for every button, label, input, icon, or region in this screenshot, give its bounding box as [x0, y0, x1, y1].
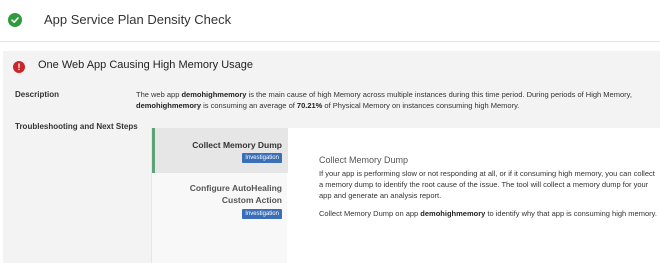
- insight-panel: ! One Web App Causing High Memory Usage …: [3, 51, 660, 263]
- insight-title: One Web App Causing High Memory Usage: [38, 59, 254, 71]
- detail-title: Collect Memory Dump: [319, 155, 409, 165]
- step-label: Configure AutoHealing Custom Action: [189, 183, 282, 205]
- description-label: Description: [15, 90, 60, 99]
- investigation-badge: Investigation: [242, 153, 282, 163]
- investigation-badge: Investigation: [242, 209, 282, 219]
- detector-view: App Service Plan Density Check ! One Web…: [0, 0, 660, 263]
- detail-description: If your app is performing slow or not re…: [319, 169, 655, 200]
- step-list: Collect Memory Dump Investigation Config…: [151, 128, 288, 263]
- insight-header[interactable]: ! One Web App Causing High Memory Usage: [3, 51, 660, 79]
- app-name: demohighmemory: [420, 209, 486, 218]
- troubleshooting-label: Troubleshooting and Next Steps: [15, 122, 138, 131]
- next-steps: Collect Memory Dump Investigation Config…: [151, 128, 660, 263]
- memory-percentage: 70.21%: [296, 101, 323, 110]
- step-detail: Collect Memory Dump If your app is perfo…: [319, 128, 659, 263]
- step-label: Collect Memory Dump: [192, 140, 282, 150]
- check-title: App Service Plan Density Check: [44, 12, 232, 27]
- detail-action-text: Collect Memory Dump on app demohighmemor…: [319, 209, 657, 218]
- description-text: The web app demohighmemory is the main c…: [136, 90, 632, 110]
- step-collect-memory-dump[interactable]: Collect Memory Dump Investigation: [152, 128, 288, 173]
- app-name: demohighmemory: [181, 90, 247, 99]
- step-configure-autohealing[interactable]: Configure AutoHealing Custom Action Inve…: [152, 173, 288, 233]
- check-circle-icon: [8, 13, 22, 27]
- app-name: demohighmemory: [136, 101, 202, 110]
- error-icon: !: [13, 61, 25, 73]
- check-header[interactable]: App Service Plan Density Check: [0, 0, 660, 42]
